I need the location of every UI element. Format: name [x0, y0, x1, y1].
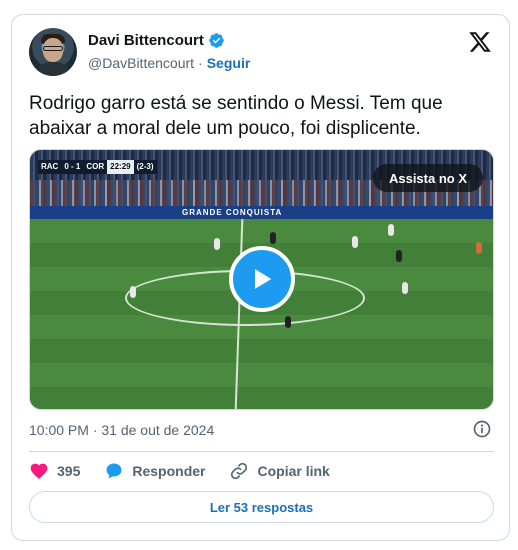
player — [352, 236, 358, 248]
aggregate-score: (2-3) — [133, 160, 157, 174]
like-button[interactable]: 395 — [29, 461, 80, 481]
away-team: COR — [83, 160, 108, 174]
copy-link-button[interactable]: Copiar link — [229, 461, 330, 481]
follow-button[interactable]: Seguir — [207, 55, 251, 71]
player — [402, 282, 408, 294]
tweet-timestamp[interactable]: 10:00 PM · 31 de out de 2024 — [29, 422, 214, 438]
tweet-card[interactable]: Davi Bittencourt @DavBittencourt · Segui… — [11, 14, 510, 541]
adboard-text: GRANDE CONQUISTA — [182, 208, 283, 217]
avatar[interactable] — [29, 28, 77, 76]
like-count: 395 — [57, 463, 81, 479]
video-media[interactable]: GRANDE CONQUISTA RAC 0 - 1 COR 22:29 (2-… — [29, 149, 494, 410]
player — [270, 232, 276, 244]
info-icon[interactable] — [472, 419, 492, 439]
score: 0 - 1 — [61, 160, 84, 174]
player — [285, 316, 291, 328]
heart-icon — [30, 463, 48, 479]
copy-link-label: Copiar link — [257, 463, 330, 479]
adboard: GRANDE CONQUISTA — [30, 206, 493, 219]
reply-button[interactable]: Responder — [104, 461, 205, 481]
author-handle-row: @DavBittencourt · Seguir — [88, 55, 250, 71]
action-bar: 395 Responder Copiar link — [29, 460, 354, 482]
player — [214, 238, 220, 250]
read-replies-button[interactable]: Ler 53 respostas — [29, 491, 494, 523]
x-logo-icon[interactable] — [468, 30, 492, 54]
play-button[interactable] — [229, 246, 295, 312]
player — [130, 286, 136, 298]
reply-bubble-icon — [106, 463, 122, 479]
divider — [29, 451, 494, 452]
author-handle[interactable]: @DavBittencourt — [88, 55, 194, 71]
link-icon — [231, 462, 248, 480]
play-icon — [255, 269, 272, 289]
verified-badge-icon — [209, 33, 224, 48]
watch-on-x-button[interactable]: Assista no X — [372, 164, 483, 192]
author-name-row: Davi Bittencourt — [88, 32, 225, 49]
player — [396, 250, 402, 262]
author-name[interactable]: Davi Bittencourt — [88, 32, 204, 49]
player — [388, 224, 394, 236]
match-clock: 22:29 — [107, 160, 134, 174]
separator-dot: · — [198, 55, 203, 71]
tweet-text: Rodrigo garro está se sentindo o Messi. … — [29, 93, 443, 139]
reply-label: Responder — [132, 463, 206, 479]
home-team: RAC — [38, 160, 62, 174]
player — [476, 242, 482, 254]
scorebug: RAC 0 - 1 COR 22:29 (2-3) — [38, 160, 157, 174]
